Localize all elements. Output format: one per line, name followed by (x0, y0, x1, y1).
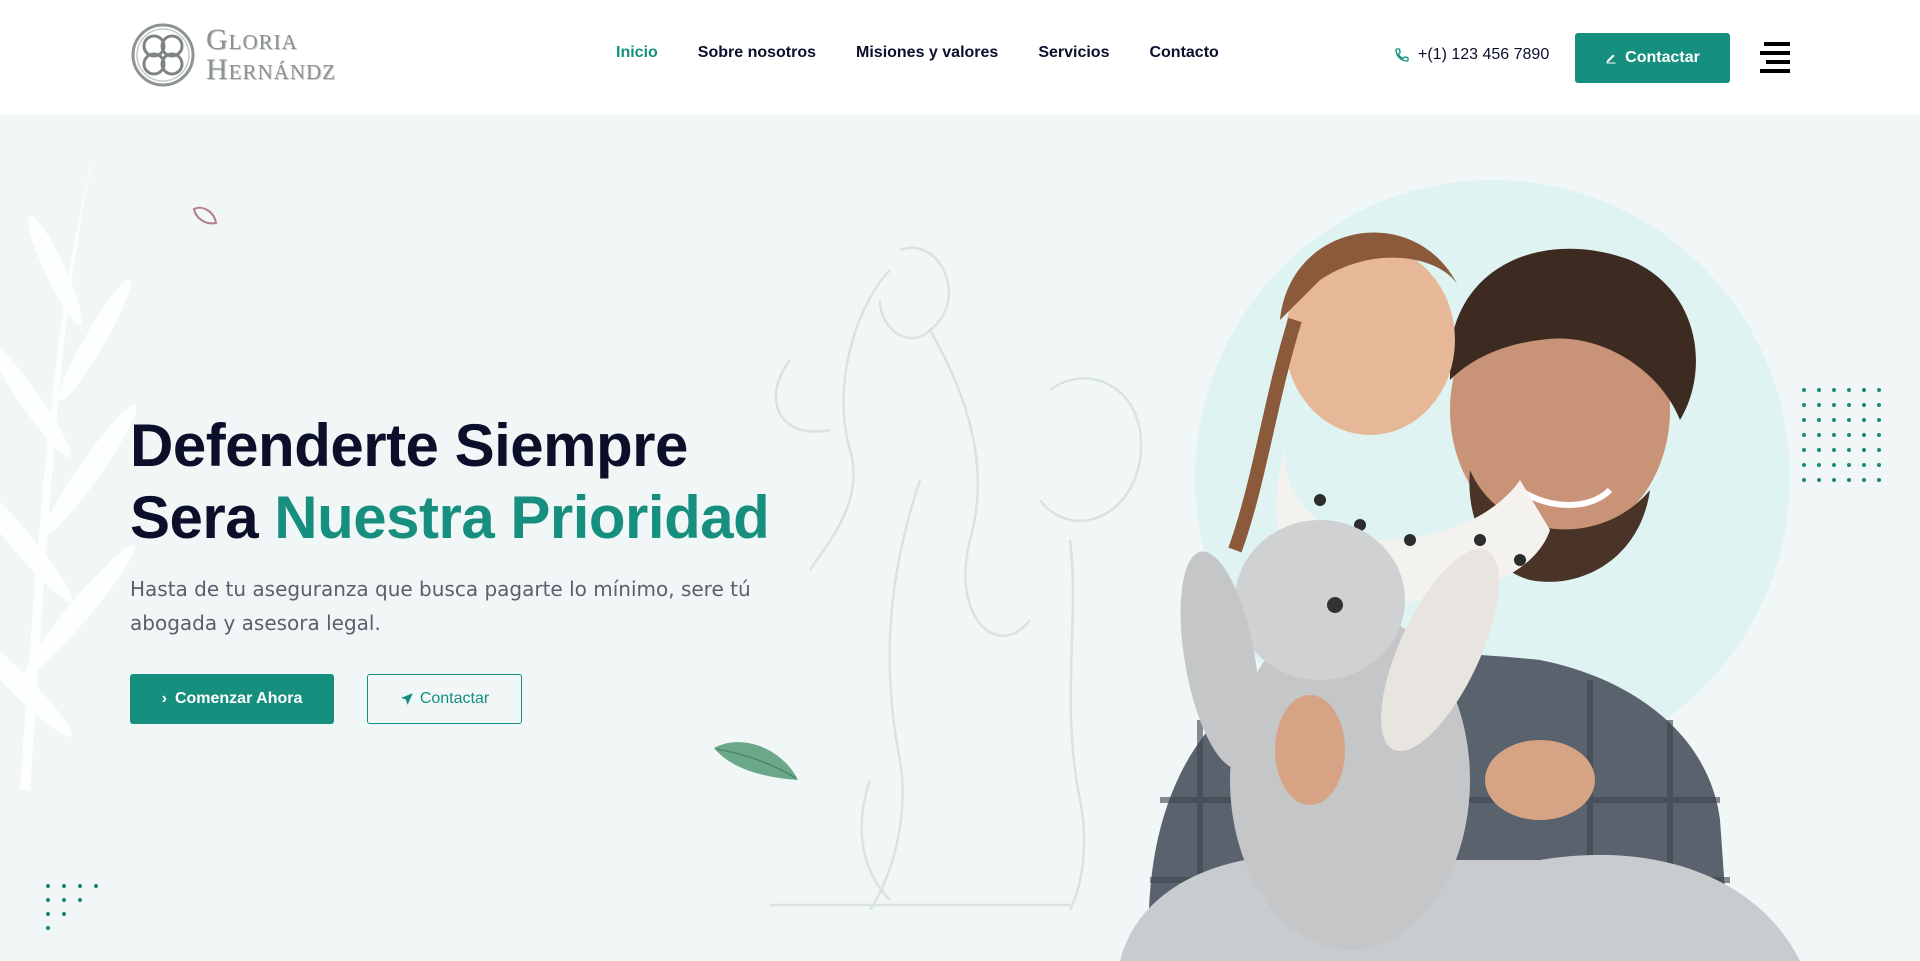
phone-icon (1395, 48, 1409, 62)
start-now-label: Comenzar Ahora (174, 690, 303, 707)
hero-family-photo (1120, 232, 1800, 961)
nav-misiones-y-valores[interactable]: Misiones y valores (856, 44, 998, 62)
nav-contacto[interactable]: Contacto (1149, 44, 1218, 62)
phone-number: +(1) 123 456 7890 (1418, 46, 1550, 63)
pen-icon (1606, 54, 1616, 64)
hero-title: Defenderte Siempre Sera Nuestra Priorida… (130, 410, 770, 554)
hero-title-line-2-plain: Sera (130, 484, 275, 551)
logo-line-1: Gloria (206, 23, 298, 56)
leaf-outline-icon (192, 206, 218, 225)
paper-plane-icon (400, 693, 413, 705)
nav-inicio[interactable]: Inicio (616, 44, 658, 62)
phone-link[interactable]: +(1) 123 456 7890 (1394, 46, 1549, 64)
start-now-button[interactable]: › Comenzar Ahora (130, 674, 334, 724)
hero-title-line-2-accent: Nuestra Prioridad (274, 484, 770, 551)
logo-line-2: Hernándz (206, 53, 336, 86)
logo-wordmark: Gloria Hernándz (206, 25, 336, 85)
dots-pattern-left (46, 884, 98, 930)
nav-servicios[interactable]: Servicios (1038, 44, 1109, 62)
logo-emblem-icon (131, 23, 195, 87)
hero-contact-label: Contactar (419, 690, 490, 707)
chevron-right-icon: › (161, 690, 167, 707)
dots-pattern-right (1802, 388, 1881, 482)
hero-title-line-1: Defenderte Siempre (130, 412, 688, 479)
main-nav: Inicio Sobre nosotros Misiones y valores… (616, 44, 1259, 62)
hamburger-menu-icon[interactable] (1760, 42, 1790, 74)
logo[interactable]: Gloria Hernándz (130, 22, 375, 88)
hero-contact-button[interactable]: Contactar (367, 674, 522, 724)
site-header: Gloria Hernándz Inicio Sobre nosotros Mi… (0, 0, 1920, 115)
hero-subtitle: Hasta de tu aseguranza que busca pagarte… (130, 577, 751, 635)
header-contact-label: Contactar (1625, 49, 1700, 66)
header-contact-button[interactable]: Contactar (1575, 33, 1730, 83)
nav-sobre-nosotros[interactable]: Sobre nosotros (698, 44, 816, 62)
